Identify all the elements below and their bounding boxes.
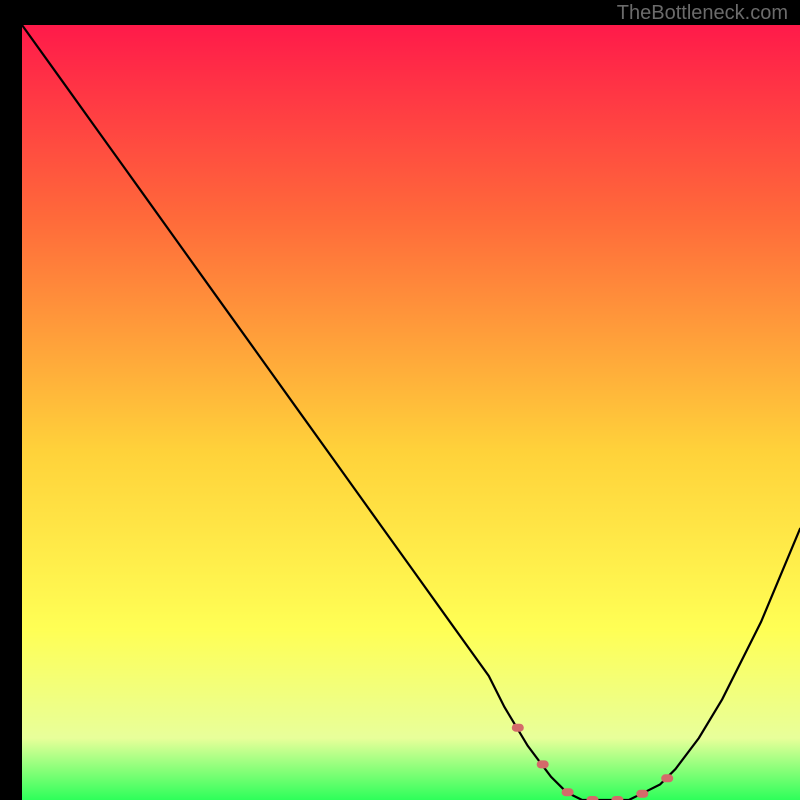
attribution-label: TheBottleneck.com	[617, 2, 788, 25]
range-dot	[562, 788, 574, 796]
range-dot	[512, 724, 524, 732]
gradient-background	[22, 25, 800, 800]
bottleneck-chart	[0, 0, 800, 800]
range-dot	[661, 774, 673, 782]
chart-container: TheBottleneck.com	[0, 0, 800, 800]
range-dot	[636, 790, 648, 798]
range-dot	[537, 760, 549, 768]
